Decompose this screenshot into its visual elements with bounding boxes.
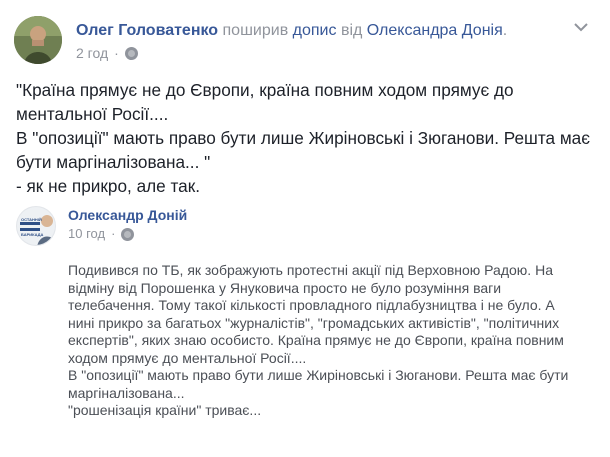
author-avatar[interactable]: [14, 16, 62, 64]
shared-from-link[interactable]: Олександра Донія: [367, 22, 503, 39]
preposition-text: від: [340, 22, 363, 39]
meta-separator: ·: [111, 226, 116, 241]
action-text: поширив: [222, 22, 289, 39]
shared-text-line: експертів", яких знаю особисто. Країна п…: [68, 332, 564, 348]
chevron-down-icon[interactable]: [574, 22, 588, 32]
shared-post-meta: 10 год ·: [68, 226, 135, 242]
post-text-line: - як не прикро, але так.: [16, 176, 201, 196]
avatar-text-line: ОСТАННІЙ: [21, 217, 42, 222]
post-meta: 2 год ·: [76, 45, 138, 61]
post-header: Олег Головатенко поширив допис від Олекс…: [76, 21, 507, 41]
shared-post-timestamp[interactable]: 10 год: [68, 226, 105, 242]
shared-author-avatar-image: ОСТАННІЙ БАРИКАДА: [17, 207, 55, 245]
shared-text-line: телебачення. Тому такої кількості провла…: [68, 297, 555, 313]
post-timestamp[interactable]: 2 год: [76, 45, 108, 61]
post-text-line: "Країна прямує не до Європи, країна повн…: [16, 80, 514, 100]
shared-text-line: В "опозиції" мають право бути лише Жирін…: [68, 367, 569, 383]
globe-icon[interactable]: [124, 46, 138, 60]
shared-text-line: відміну від Порошенка у Януковича просто…: [68, 279, 502, 296]
shared-author-name-link[interactable]: Олександр Доній: [68, 206, 187, 224]
meta-separator: ·: [114, 45, 119, 61]
author-avatar-image: [14, 16, 62, 64]
post-text-line: В "опозиції" мають право бути лише Жирін…: [16, 128, 590, 148]
shared-original-post: ОСТАННІЙ БАРИКАДА Олександр Доній 10 год…: [0, 198, 610, 457]
shared-post-body: Подивився по ТБ, як зображують протестні…: [68, 262, 588, 420]
shared-text-line: нині прикро за багатьох "журналістів", "…: [68, 314, 560, 331]
post-text-line: ментальної Росії....: [16, 104, 169, 124]
shared-post-card: Олег Головатенко поширив допис від Олекс…: [0, 0, 610, 457]
avatar-text-line: БАРИКАДА: [21, 232, 43, 237]
post-text-line: бути маргіналізована... ": [16, 152, 211, 172]
header-period: .: [502, 22, 508, 39]
shared-text-line: маргіналізована...: [68, 384, 185, 401]
shared-author-avatar[interactable]: ОСТАННІЙ БАРИКАДА: [16, 206, 56, 246]
post-link[interactable]: допис: [293, 22, 337, 39]
shared-text-line: Подивився по ТБ, як зображують протестні…: [68, 262, 553, 278]
author-name-link[interactable]: Олег Головатенко: [76, 22, 218, 39]
shared-text-line: ходом прямує до ментальної Росії....: [68, 349, 307, 366]
globe-icon[interactable]: [121, 227, 135, 241]
shared-text-line: "рошенізація країни" триває...: [68, 402, 262, 418]
post-body: "Країна прямує не до Європи, країна повн…: [16, 78, 596, 198]
